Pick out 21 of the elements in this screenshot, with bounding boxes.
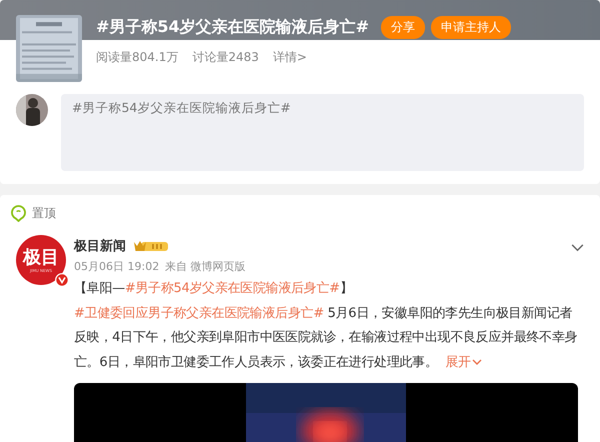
avatar — [16, 94, 48, 126]
pin-icon — [11, 205, 26, 222]
topic-title: #男子称54岁父亲在医院输液后身亡# — [96, 16, 370, 38]
verified-icon — [55, 273, 69, 287]
topic-button[interactable]: 申请主持人 — [431, 16, 512, 38]
author-name[interactable]: 极目新闻 — [74, 237, 126, 255]
topic-link[interactable]: #卫健委回应男子称父亲在医院输液后身亡# — [74, 306, 324, 320]
logo-text: 极目 — [23, 248, 59, 268]
comment-field[interactable]: #男子称54岁父亲在医院输液后身亡# — [61, 94, 584, 171]
chevron-down-icon — [472, 358, 482, 366]
expand-link[interactable]: 展开 — [445, 354, 482, 370]
post-time[interactable]: 05月06日 19:02 — [74, 259, 160, 274]
details-link[interactable]: 详情> — [272, 49, 307, 66]
topic-link[interactable]: #男子称54岁父亲在医院输液后身亡# — [124, 281, 340, 296]
chevron-down-icon[interactable] — [571, 244, 584, 252]
topic-stat: 阅读量804.1万 — [96, 49, 178, 66]
crown-badge-icon — [133, 239, 169, 253]
pinned-label: 置顶 — [32, 205, 56, 222]
post-text: 【阜阳—#男子称54岁父亲在医院输液后身亡#】 #卫健委回应男子称父亲在医院输液后身亡# 5月6日，安徽阜阳的李先生向极目新闻记者反映，4日下午，他父亲到阜阳市中医医院就诊，在输液过程中出现不良反应并最终不幸身亡。6日，阜阳市卫健委工作人员表示，该委正在进行处理此事。 展开 — [74, 280, 578, 372]
topic-stat: 讨论量2483 — [192, 49, 259, 66]
post-source: 来自 微博网页版 — [165, 259, 246, 274]
